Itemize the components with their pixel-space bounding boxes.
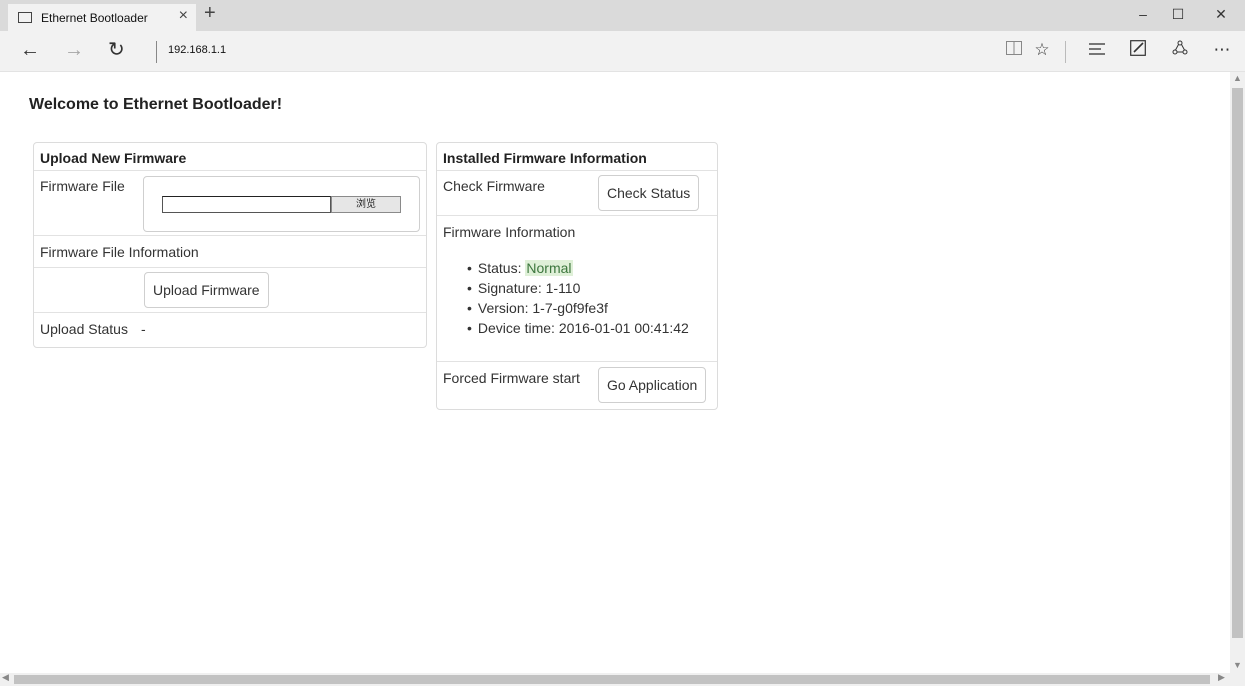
forced-start-label: Forced Firmware start	[443, 370, 580, 386]
horizontal-scroll-thumb[interactable]	[14, 675, 1210, 684]
check-firmware-row: Check Firmware Check Status	[437, 171, 717, 216]
reading-view-icon[interactable]	[1003, 40, 1025, 60]
forward-icon[interactable]: →	[64, 39, 84, 61]
tab-close-icon[interactable]: ×	[179, 7, 188, 25]
address-bar: ← → ↻ 192.168.1.1 ☆ ⋯	[0, 31, 1245, 72]
go-application-button[interactable]: Go Application	[598, 367, 707, 403]
back-icon[interactable]: ←	[20, 39, 40, 61]
version-item: Version: 1-7-g0f9fe3f	[467, 298, 689, 318]
status-prefix: Status:	[477, 260, 522, 276]
share-icon[interactable]	[1169, 40, 1191, 61]
hub-icon[interactable]	[1086, 40, 1108, 60]
firmware-info-list: Status: Normal Signature: 1-110 Version:…	[467, 258, 689, 338]
file-info-label: Firmware File Information	[40, 244, 199, 260]
upload-button-row: Upload Firmware	[34, 268, 426, 313]
upload-status-value: -	[141, 321, 146, 337]
firmware-file-label: Firmware File	[40, 178, 125, 194]
new-tab-icon[interactable]: +	[204, 2, 216, 25]
upload-status-label: Upload Status	[40, 321, 128, 337]
scroll-up-icon[interactable]: ▲	[1233, 73, 1242, 83]
more-icon[interactable]: ⋯	[1211, 40, 1233, 60]
scroll-down-icon[interactable]: ▼	[1233, 660, 1242, 670]
maximize-icon[interactable]: ☐	[1168, 6, 1188, 23]
page-viewport: Welcome to Ethernet Bootloader! Upload N…	[0, 72, 1230, 673]
upload-status-row: Upload Status -	[34, 313, 426, 347]
toolbar-separator	[1065, 41, 1066, 63]
horizontal-scrollbar[interactable]: ◀ ▶	[0, 672, 1230, 686]
close-window-icon[interactable]: ✕	[1211, 6, 1231, 23]
minimize-icon[interactable]: –	[1133, 6, 1153, 22]
page-icon	[18, 12, 32, 23]
file-input-box: 浏览	[143, 176, 420, 232]
browse-button[interactable]: 浏览	[331, 196, 401, 213]
favorite-star-icon[interactable]: ☆	[1031, 40, 1053, 60]
url-field[interactable]: 192.168.1.1	[168, 44, 226, 56]
firmware-file-row: Firmware File 浏览	[34, 171, 426, 236]
upload-firmware-button[interactable]: Upload Firmware	[144, 272, 269, 308]
browser-tab[interactable]: Ethernet Bootloader ×	[8, 4, 196, 31]
check-status-button[interactable]: Check Status	[598, 175, 700, 211]
scroll-right-icon[interactable]: ▶	[1218, 672, 1225, 683]
firmware-info-row: Firmware Information Status: Normal Sign…	[437, 216, 717, 362]
web-note-icon[interactable]	[1127, 40, 1149, 61]
tab-title: Ethernet Bootloader	[41, 10, 148, 25]
upload-panel-heading: Upload New Firmware	[34, 143, 426, 171]
nav-separator	[156, 41, 157, 63]
file-info-row: Firmware File Information	[34, 236, 426, 268]
check-firmware-label: Check Firmware	[443, 178, 545, 194]
forced-start-row: Forced Firmware start Go Application	[437, 362, 717, 408]
installed-panel-heading: Installed Firmware Information	[437, 143, 717, 171]
signature-item: Signature: 1-110	[467, 278, 689, 298]
scroll-left-icon[interactable]: ◀	[2, 672, 9, 683]
upload-firmware-panel: Upload New Firmware Firmware File 浏览 Fir…	[33, 142, 427, 348]
file-path-input[interactable]	[162, 196, 331, 213]
installed-firmware-panel: Installed Firmware Information Check Fir…	[436, 142, 718, 410]
tab-bar: Ethernet Bootloader × + – ☐ ✕	[0, 0, 1245, 31]
firmware-info-label: Firmware Information	[443, 224, 576, 240]
vertical-scroll-thumb[interactable]	[1232, 88, 1243, 638]
refresh-icon[interactable]: ↻	[108, 39, 125, 61]
status-badge: Normal	[525, 260, 573, 276]
device-time-item: Device time: 2016-01-01 00:41:42	[467, 318, 689, 338]
vertical-scrollbar[interactable]: ▲ ▼	[1230, 72, 1245, 686]
status-item: Status: Normal	[467, 258, 689, 278]
page-title: Welcome to Ethernet Bootloader!	[29, 96, 283, 113]
